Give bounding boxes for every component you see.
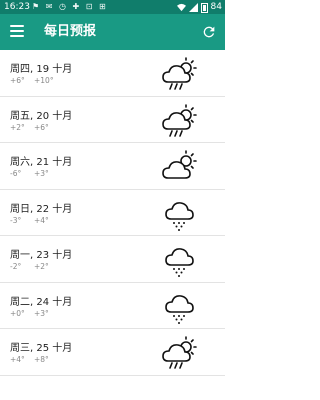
forecast-date: 周二, 24 十月 [10,296,73,308]
cloud-snow-icon [165,294,194,324]
page-title: 每日预报 [44,24,97,39]
low-temp: +6° [10,76,25,85]
high-temp: +3° [34,169,49,178]
forecast-row[interactable]: 周四, 19 十月 +6° +10° [0,50,225,97]
sun-cloud-rain-icon [162,103,197,137]
battery-level: 84 [210,2,222,12]
cloud-snow-icon [165,248,194,277]
low-temp: +0° [10,308,25,318]
forecast-temps: -3° +4° [10,216,58,225]
battery-icon [200,3,208,13]
signal-icon [188,2,198,12]
low-temp: +2° [10,122,25,132]
low-temp: -2° [10,262,22,271]
high-temp: +2° [34,262,49,271]
hamburger-menu-icon[interactable] [10,25,24,39]
forecast-temps: +2° +6° [10,123,58,132]
forecast-date: 周五, 20 十月 [10,110,73,122]
status-time: 16:23 [4,2,30,12]
forecast-temps: +6° +10° [10,76,58,85]
low-temp: -6° [10,169,22,178]
forecast-date: 周六, 21 十月 [10,157,73,168]
forecast-row[interactable]: 周三, 25 十月 +4° +8° [0,329,225,376]
sun-cloud-rain-icon [162,336,197,369]
forecast-date: 周四, 19 十月 [10,64,73,75]
forecast-date: 周日, 22 十月 [10,203,73,215]
forecast-row[interactable]: 周二, 24 十月 +0° +3° [0,283,225,329]
forecast-temps: +0° +3° [10,309,58,318]
forecast-date: 周三, 25 十月 [10,343,73,354]
sun-cloud-icon [162,150,197,179]
high-temp: +10° [34,76,54,85]
forecast-row[interactable]: 周五, 20 十月 +2° +6° [0,97,225,143]
forecast-row[interactable]: 周六, 21 十月 -6° +3° [0,143,225,190]
cloud-snow-icon [165,201,194,231]
refresh-icon[interactable] [201,24,217,40]
forecast-date: 周一, 23 十月 [10,250,73,261]
forecast-temps: -2° +2° [10,262,58,271]
wifi-icon [176,3,186,11]
high-temp: +8° [34,355,49,364]
forecast-temps: -6° +3° [10,169,58,178]
forecast-temps: +4° +8° [10,355,58,364]
low-temp: -3° [10,215,22,225]
forecast-row[interactable]: 周一, 23 十月 -2° +2° [0,236,225,283]
app-bar: 每日预报 [0,14,225,50]
sun-cloud-rain-icon [162,57,197,90]
forecast-list: 周四, 19 十月 +6° +10° 周五, 20 十月 +2° +6° 周六, 21 十月… [0,50,225,376]
high-temp: +3° [34,308,49,318]
notification-icons: ⚑ ✉ ◷ ✚ ⊡ ⊞ [32,2,108,11]
status-bar: 16:23 ⚑ ✉ ◷ ✚ ⊡ ⊞ 84 [0,0,225,14]
forecast-row[interactable]: 周日, 22 十月 -3° +4° [0,190,225,236]
high-temp: +4° [34,215,49,225]
high-temp: +6° [34,122,49,132]
low-temp: +4° [10,355,25,364]
status-right: 84 [176,0,222,14]
